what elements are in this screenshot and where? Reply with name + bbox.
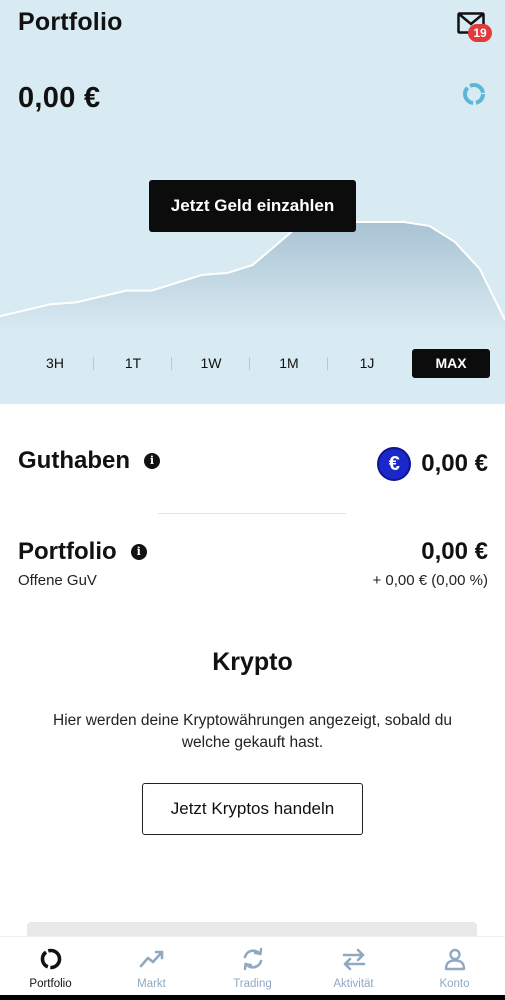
total-balance: 0,00 € [18, 82, 101, 114]
nav-item-markt[interactable]: Markt [101, 937, 202, 1000]
portfolio-row: Portfolio i 0,00 € Offene GuV + 0,00 € (… [18, 538, 488, 589]
portfolio-value: 0,00 € [421, 538, 488, 565]
open-pnl-value: + 0,00 € (0,00 %) [372, 572, 489, 589]
range-1j[interactable]: 1J [328, 349, 406, 378]
guthaben-row: Guthaben i € 0,00 € [18, 447, 488, 481]
deposit-button[interactable]: Jetzt Geld einzahlen [149, 180, 356, 232]
info-icon[interactable]: i [144, 453, 160, 469]
portfolio-pie-icon [40, 948, 61, 970]
nav-item-aktivitaet[interactable]: Aktivität [303, 937, 404, 1000]
nav-label-konto: Konto [439, 978, 470, 990]
portfolio-header: Portfolio 19 0,00 € Jetzt Geld einzahlen… [0, 0, 505, 404]
range-3h[interactable]: 3H [16, 349, 94, 378]
nav-item-portfolio[interactable]: Portfolio [0, 937, 101, 1000]
chart-area [0, 222, 505, 330]
nav-item-trading[interactable]: Trading [202, 937, 303, 1000]
range-1w[interactable]: 1W [172, 349, 250, 378]
notification-badge: 19 [468, 24, 492, 42]
range-max[interactable]: MAX [412, 349, 490, 378]
guthaben-value: 0,00 € [421, 450, 488, 477]
inbox-button[interactable]: 19 [455, 10, 492, 42]
krypto-heading: Krypto [212, 648, 293, 676]
guthaben-label: Guthaben [18, 447, 130, 474]
open-pnl-label: Offene GuV [18, 572, 97, 589]
page-title: Portfolio [18, 8, 123, 36]
nav-label-portfolio: Portfolio [29, 978, 72, 990]
refresh-icon [243, 947, 262, 971]
allocation-button[interactable] [460, 80, 488, 108]
range-1t[interactable]: 1T [94, 349, 172, 378]
time-range-selector: 3H 1T 1W 1M 1J MAX [16, 349, 490, 378]
nav-label-trading: Trading [233, 978, 272, 990]
euro-currency-icon: € [377, 447, 412, 481]
bottom-navigation: Portfolio Markt Trading Aktivität Konto [0, 936, 505, 1000]
info-icon[interactable]: i [130, 544, 147, 560]
portfolio-chart [0, 221, 505, 330]
portfolio-label: Portfolio [18, 538, 117, 565]
swap-arrows-icon [342, 948, 365, 971]
nav-label-markt: Markt [137, 978, 166, 990]
divider [158, 513, 346, 514]
system-gesture-bar [0, 995, 505, 1000]
trade-crypto-button[interactable]: Jetzt Kryptos handeln [142, 783, 363, 835]
trend-up-icon [139, 950, 163, 968]
user-icon [444, 948, 465, 971]
nav-item-konto[interactable]: Konto [404, 937, 505, 1000]
nav-label-aktivitaet: Aktivität [333, 978, 374, 990]
range-1m[interactable]: 1M [250, 349, 328, 378]
pie-chart-icon [463, 83, 485, 105]
krypto-empty-text: Hier werden deine Kryptowährungen angeze… [53, 712, 452, 751]
